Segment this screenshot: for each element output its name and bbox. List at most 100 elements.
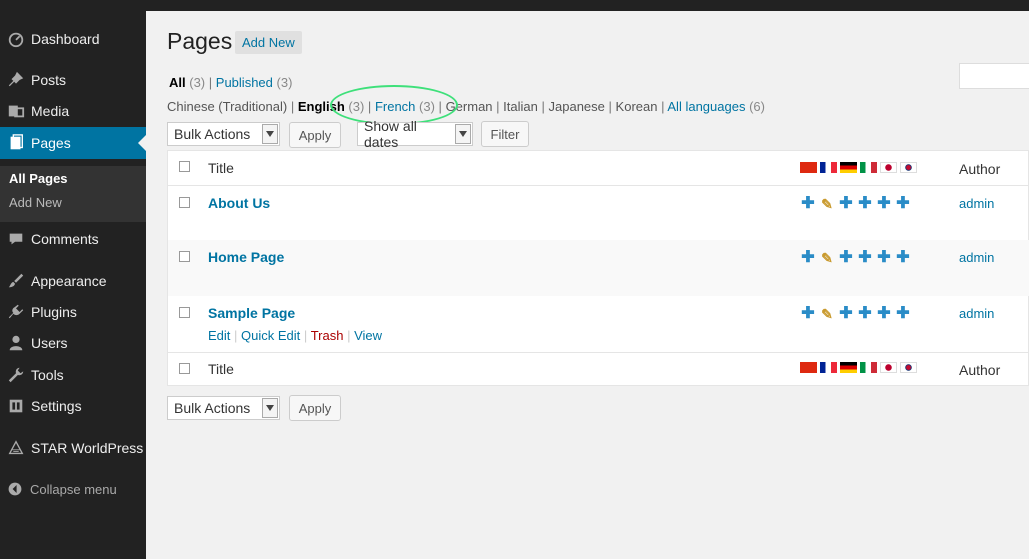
lang-korean[interactable]: Korean [616,99,658,114]
add-translation-icon[interactable]: ✚ [877,306,891,322]
add-translation-icon[interactable]: ✚ [858,306,872,322]
add-translation-icon[interactable]: ✚ [801,196,815,212]
menu-settings[interactable]: Settings [0,390,146,422]
page-title-link[interactable]: Home Page [208,249,284,265]
table-row: About Us ✚ ✎ ✚ ✚ ✚ ✚ admin [168,186,1029,240]
menu-appearance[interactable]: Appearance [0,265,146,297]
menu-media[interactable]: Media [0,95,146,127]
column-title-header[interactable]: Title [208,160,234,176]
wrench-icon [1,366,31,384]
translation-actions: ✚ ✎ ✚ ✚ ✚ ✚ [801,196,910,212]
search-input[interactable] [959,63,1029,89]
collapse-arrow-icon [0,481,30,497]
filter-published[interactable]: Published [216,75,273,90]
lang-all-languages[interactable]: All languages [667,99,745,114]
filter-button[interactable]: Filter [481,121,529,147]
pencil-icon[interactable]: ✎ [820,197,834,211]
menu-dashboard[interactable]: Dashboard [0,23,146,55]
filter-all[interactable]: All [169,75,186,90]
menu-tools[interactable]: Tools [0,359,146,391]
table-row: Home Page ✚ ✎ ✚ ✚ ✚ ✚ admin [168,240,1029,296]
row-checkbox[interactable] [179,251,190,262]
menu-posts[interactable]: Posts [0,64,146,96]
triangle-icon [1,439,31,457]
select-all-checkbox[interactable] [179,161,190,172]
submenu-add-new[interactable]: Add New [9,195,62,210]
add-translation-icon[interactable]: ✚ [839,250,853,266]
brush-icon [1,272,31,290]
menu-users[interactable]: Users [0,327,146,359]
edit-link[interactable]: Edit [208,328,230,343]
add-translation-icon[interactable]: ✚ [858,196,872,212]
column-title-footer[interactable]: Title [208,361,234,377]
row-actions: Edit | Quick Edit | Trash | View [208,328,383,343]
add-translation-icon[interactable]: ✚ [839,196,853,212]
pages-table: Title Author About Us ✚ ✎ ✚ ✚ ✚ ✚ admin … [167,150,1029,386]
select-all-checkbox-footer[interactable] [179,363,190,374]
japan-flag-icon [880,362,897,373]
settings-icon [1,397,31,415]
quick-edit-link[interactable]: Quick Edit [241,328,300,343]
apply-button-top[interactable]: Apply [289,122,341,148]
menu-comments[interactable]: Comments [0,223,146,255]
italy-flag-icon [860,362,877,373]
add-translation-icon[interactable]: ✚ [877,250,891,266]
japan-flag-icon [880,162,897,173]
collapse-menu-button[interactable]: Collapse menu [0,478,117,500]
table-footer-row: Title Author [168,353,1029,387]
page-title-link[interactable]: About Us [208,195,270,211]
pencil-icon[interactable]: ✎ [820,251,834,265]
submenu-all-pages[interactable]: All Pages [9,171,68,186]
lang-chinese-traditional[interactable]: Chinese (Traditional) [167,99,287,114]
lang-japanese[interactable]: Japanese [549,99,605,114]
translation-actions: ✚ ✎ ✚ ✚ ✚ ✚ [801,250,910,266]
language-flags-header [800,162,917,173]
translation-actions: ✚ ✎ ✚ ✚ ✚ ✚ [801,306,910,322]
author-link[interactable]: admin [959,306,994,321]
pages-icon [1,134,31,152]
date-filter-select[interactable]: Show all dates [357,118,473,150]
korea-flag-icon [900,362,917,373]
add-new-button[interactable]: Add New [235,31,302,54]
row-checkbox[interactable] [179,307,190,318]
main-content: Pages Add New All (3) | Published (3) Ch… [146,11,1029,559]
column-author-footer: Author [959,362,1001,378]
page-title-link[interactable]: Sample Page [208,305,295,321]
menu-pages[interactable]: Pages [0,127,146,159]
view-link[interactable]: View [354,328,382,343]
germany-flag-icon [840,362,857,373]
row-checkbox[interactable] [179,197,190,208]
media-icon [1,102,31,120]
comment-icon [1,230,31,248]
chevron-down-icon [455,124,471,144]
plugin-icon [1,303,31,321]
menu-star-worldpress[interactable]: STAR WorldPress [0,432,146,464]
add-translation-icon[interactable]: ✚ [896,196,910,212]
chevron-down-icon [262,398,278,418]
author-link[interactable]: admin [959,196,994,211]
add-translation-icon[interactable]: ✚ [839,306,853,322]
add-translation-icon[interactable]: ✚ [896,306,910,322]
add-translation-icon[interactable]: ✚ [858,250,872,266]
lang-italian[interactable]: Italian [503,99,538,114]
add-translation-icon[interactable]: ✚ [801,306,815,322]
trash-link[interactable]: Trash [311,328,344,343]
dashboard-icon [1,30,31,48]
apply-button-bottom[interactable]: Apply [289,395,341,421]
china-flag-icon [800,162,817,173]
pages-submenu: All Pages Add New [0,166,146,222]
add-translation-icon[interactable]: ✚ [801,250,815,266]
bulk-actions-select-top[interactable]: Bulk Actions [167,122,280,146]
italy-flag-icon [860,162,877,173]
menu-plugins[interactable]: Plugins [0,296,146,328]
table-header-row: Title Author [168,151,1029,185]
add-translation-icon[interactable]: ✚ [896,250,910,266]
bulk-actions-select-bottom[interactable]: Bulk Actions [167,396,280,420]
france-flag-icon [820,162,837,173]
add-translation-icon[interactable]: ✚ [877,196,891,212]
author-link[interactable]: admin [959,250,994,265]
pencil-icon[interactable]: ✎ [820,307,834,321]
language-filter-links: Chinese (Traditional) | English (3) | Fr… [167,99,765,114]
language-flags-footer [800,362,917,373]
france-flag-icon [820,362,837,373]
